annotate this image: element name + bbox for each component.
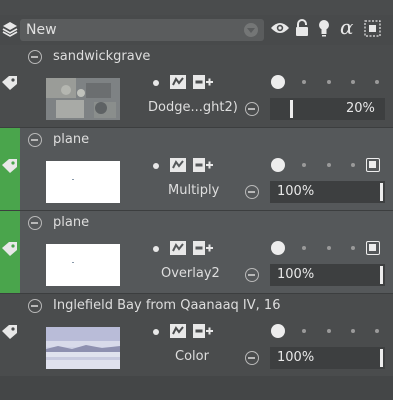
state-dot[interactable]: [351, 246, 355, 250]
tag-icon[interactable]: [0, 239, 20, 259]
state-dot[interactable]: [327, 329, 331, 333]
collapse-layer-icon[interactable]: [28, 216, 42, 230]
blend-mode-icon[interactable]: [170, 324, 186, 338]
blend-mode-label[interactable]: Dodge...ght2): [148, 100, 238, 115]
blend-mode-icon[interactable]: [170, 75, 186, 89]
state-dot[interactable]: [375, 80, 379, 84]
add-mask-icon[interactable]: [193, 324, 213, 338]
opacity-slider-handle[interactable]: [380, 349, 383, 367]
preset-dropdown[interactable]: New: [20, 19, 264, 41]
chevron-down-icon: [244, 23, 258, 37]
tag-icon[interactable]: [0, 156, 20, 176]
opacity-slider[interactable]: 20%: [270, 98, 385, 120]
opacity-slider[interactable]: 100%: [270, 347, 385, 369]
link-dot[interactable]: [153, 246, 159, 252]
visibility-dot[interactable]: [271, 75, 285, 89]
state-dot[interactable]: [302, 329, 306, 333]
layer-thumbnail: [46, 327, 120, 369]
blend-mode-icon[interactable]: [170, 241, 186, 255]
layer-thumbnail: [46, 161, 120, 203]
layer-thumbnail: [46, 244, 120, 286]
opacity-decrease-icon[interactable]: [245, 185, 259, 199]
visibility-dot[interactable]: [271, 158, 285, 172]
opacity-slider-handle[interactable]: [380, 183, 383, 201]
blend-mode-label[interactable]: Multiply: [168, 183, 219, 198]
layer-mask-icon[interactable]: [366, 158, 380, 172]
layer-row-plane[interactable]: plane Overlay2 100%: [0, 211, 393, 294]
opacity-slider[interactable]: 100%: [270, 181, 385, 203]
layers-toolbar: New α: [0, 15, 393, 45]
blend-mode-label[interactable]: Overlay2: [161, 266, 220, 281]
link-dot[interactable]: [153, 163, 159, 169]
opacity-value: 100%: [277, 350, 315, 365]
collapse-layer-icon[interactable]: [28, 50, 42, 64]
bulb-icon[interactable]: [318, 19, 330, 37]
opacity-decrease-icon[interactable]: [245, 268, 259, 282]
state-dot[interactable]: [327, 246, 331, 250]
state-dot[interactable]: [351, 80, 355, 84]
opacity-slider[interactable]: 100%: [270, 264, 385, 286]
opacity-decrease-icon[interactable]: [245, 102, 259, 116]
layer-row-sandwickgrave[interactable]: sandwickgrave Dodge...ght2) 20%: [0, 45, 393, 128]
preset-value: New: [26, 22, 57, 38]
layer-row-plane[interactable]: plane Multiply 100%: [0, 128, 393, 211]
state-dot[interactable]: [302, 80, 306, 84]
tag-icon[interactable]: [0, 73, 20, 93]
visibility-dot[interactable]: [271, 241, 285, 255]
link-dot[interactable]: [153, 80, 159, 86]
lock-icon[interactable]: [295, 19, 309, 37]
layer-name: plane: [53, 132, 90, 147]
collapse-layer-icon[interactable]: [28, 133, 42, 147]
collapse-layer-icon[interactable]: [28, 299, 42, 313]
state-dot[interactable]: [302, 246, 306, 250]
opacity-value: 20%: [346, 101, 375, 116]
layer-name: plane: [53, 215, 90, 230]
tag-icon[interactable]: [0, 322, 20, 342]
opacity-value: 100%: [277, 184, 315, 199]
layer-thumbnail: [46, 78, 120, 120]
layer-name: sandwickgrave: [53, 49, 151, 64]
visibility-dot[interactable]: [271, 324, 285, 338]
state-dot[interactable]: [351, 329, 355, 333]
svg-text:α: α: [340, 18, 354, 38]
panel-footer: [0, 376, 393, 400]
state-dot[interactable]: [351, 163, 355, 167]
link-dot[interactable]: [153, 329, 159, 335]
layer-row-inglefield-bay[interactable]: Inglefield Bay from Qaanaaq IV, 16 Color…: [0, 294, 393, 377]
opacity-slider-handle[interactable]: [380, 266, 383, 284]
layers-stack-icon[interactable]: [1, 20, 19, 38]
state-dot[interactable]: [375, 329, 379, 333]
add-mask-icon[interactable]: [193, 158, 213, 172]
eye-icon[interactable]: [270, 21, 290, 35]
add-mask-icon[interactable]: [193, 241, 213, 255]
selection-icon[interactable]: [364, 20, 381, 37]
state-dot[interactable]: [302, 163, 306, 167]
layer-mask-icon[interactable]: [366, 241, 380, 255]
layer-name: Inglefield Bay from Qaanaaq IV, 16: [53, 298, 281, 313]
add-mask-icon[interactable]: [193, 75, 213, 89]
state-dot[interactable]: [327, 80, 331, 84]
alpha-icon[interactable]: α: [339, 18, 359, 38]
opacity-slider-handle[interactable]: [290, 100, 293, 118]
opacity-decrease-icon[interactable]: [245, 351, 259, 365]
blend-mode-label[interactable]: Color: [175, 349, 209, 364]
state-dot[interactable]: [327, 163, 331, 167]
blend-mode-icon[interactable]: [170, 158, 186, 172]
opacity-value: 100%: [277, 267, 315, 282]
